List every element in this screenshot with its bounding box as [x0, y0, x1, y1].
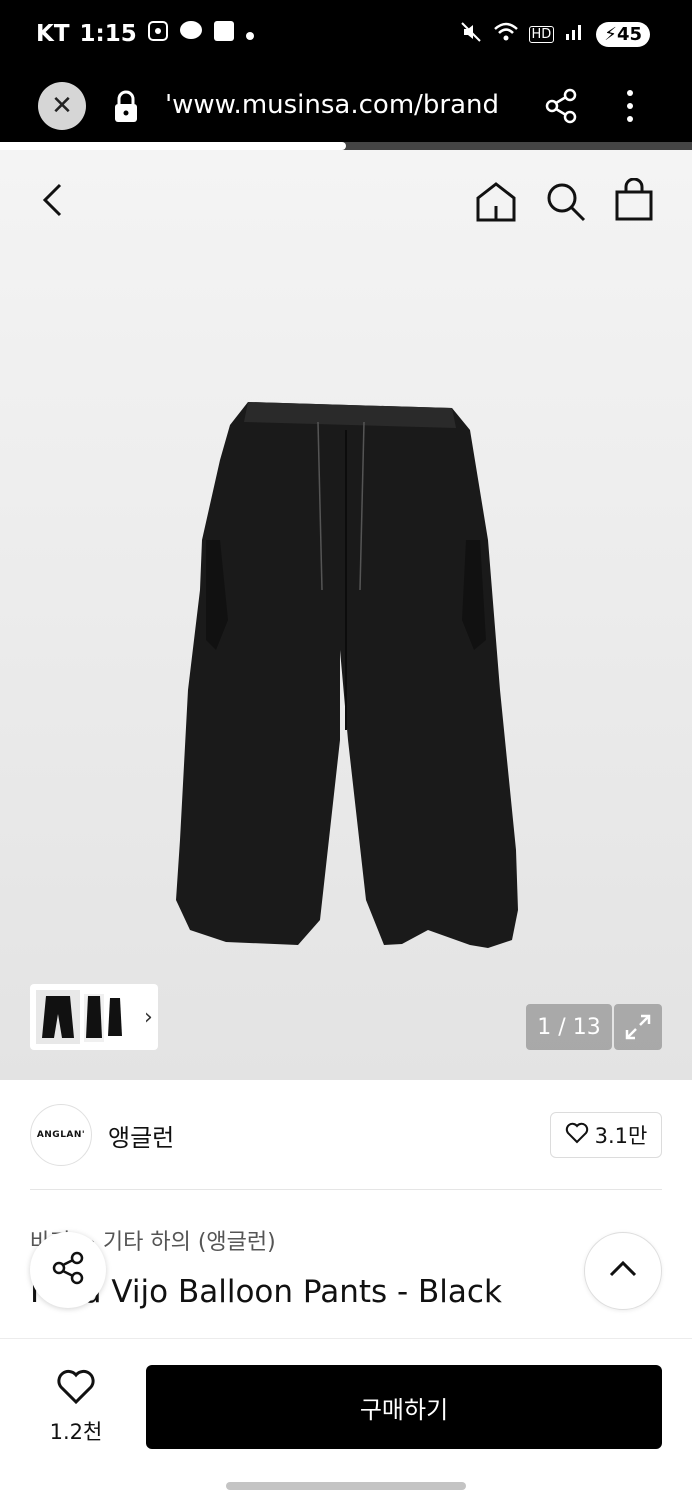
- brand-like-button[interactable]: 3.1만: [550, 1112, 662, 1158]
- brand-logo-text: ANGLAN': [36, 1130, 86, 1140]
- brand-logo[interactable]: ANGLAN': [30, 1104, 92, 1166]
- status-right: HD ⚡45: [459, 20, 650, 49]
- signal-icon: [564, 22, 586, 47]
- bag-icon[interactable]: [612, 177, 656, 226]
- share-icon[interactable]: [544, 88, 578, 128]
- search-icon[interactable]: [544, 180, 588, 228]
- close-tab-button[interactable]: ✕: [38, 82, 86, 130]
- page-load-progress-fill: [0, 142, 346, 150]
- status-left: KT 1:15: [36, 20, 255, 48]
- mute-icon: [459, 20, 483, 49]
- heart-icon: [56, 1369, 96, 1410]
- chevron-up-icon: [608, 1259, 638, 1283]
- screenshot-icon: [147, 20, 169, 48]
- wishlist-count: 1.2천: [49, 1420, 103, 1444]
- home-icon[interactable]: [474, 180, 518, 228]
- status-bar: KT 1:15 HD ⚡45: [0, 0, 692, 72]
- clock: 1:15: [79, 21, 137, 47]
- thumbnail-image: [36, 990, 122, 1044]
- divider: [30, 1189, 662, 1190]
- b-app-icon: [213, 20, 235, 48]
- close-icon: ✕: [51, 91, 73, 121]
- battery-level: 45: [616, 24, 642, 45]
- carrier-label: KT: [36, 21, 70, 47]
- image-counter: 1 / 13: [526, 1004, 612, 1050]
- battery-indicator: ⚡45: [596, 22, 650, 47]
- brand-like-count: 3.1만: [594, 1124, 648, 1148]
- heart-icon: [565, 1122, 589, 1149]
- floating-share-button[interactable]: [30, 1232, 106, 1308]
- thumbnail-strip[interactable]: ›: [30, 984, 158, 1050]
- back-icon[interactable]: [36, 180, 72, 224]
- bottom-action-bar: 1.2천 구매하기: [0, 1338, 692, 1470]
- brand-name[interactable]: 앵글런: [108, 1118, 174, 1153]
- product-image: [170, 400, 522, 1104]
- buy-button[interactable]: 구매하기: [146, 1365, 662, 1449]
- product-image-gallery[interactable]: › 1 / 13: [0, 150, 692, 1080]
- url-field[interactable]: 'www.musinsa.com/brand: [165, 90, 517, 120]
- dot-icon: [245, 21, 255, 47]
- browser-url-bar: ✕ 'www.musinsa.com/brand: [0, 72, 692, 142]
- navigation-gesture-area: [0, 1470, 692, 1500]
- wishlist-button[interactable]: 1.2천: [40, 1369, 112, 1446]
- expand-icon[interactable]: [614, 1004, 662, 1050]
- gesture-bar[interactable]: [226, 1482, 466, 1490]
- brand-row: ANGLAN' 앵글런 3.1만: [0, 1080, 692, 1190]
- wifi-icon: [493, 21, 519, 48]
- chevron-right-icon: ›: [144, 1004, 153, 1030]
- lock-icon[interactable]: [112, 90, 140, 128]
- more-icon[interactable]: [620, 88, 640, 128]
- scroll-to-top-button[interactable]: [584, 1232, 662, 1310]
- talk-icon: [179, 20, 203, 48]
- network-type: HD: [528, 26, 555, 43]
- page-load-progress: [0, 142, 692, 150]
- share-icon: [50, 1250, 86, 1290]
